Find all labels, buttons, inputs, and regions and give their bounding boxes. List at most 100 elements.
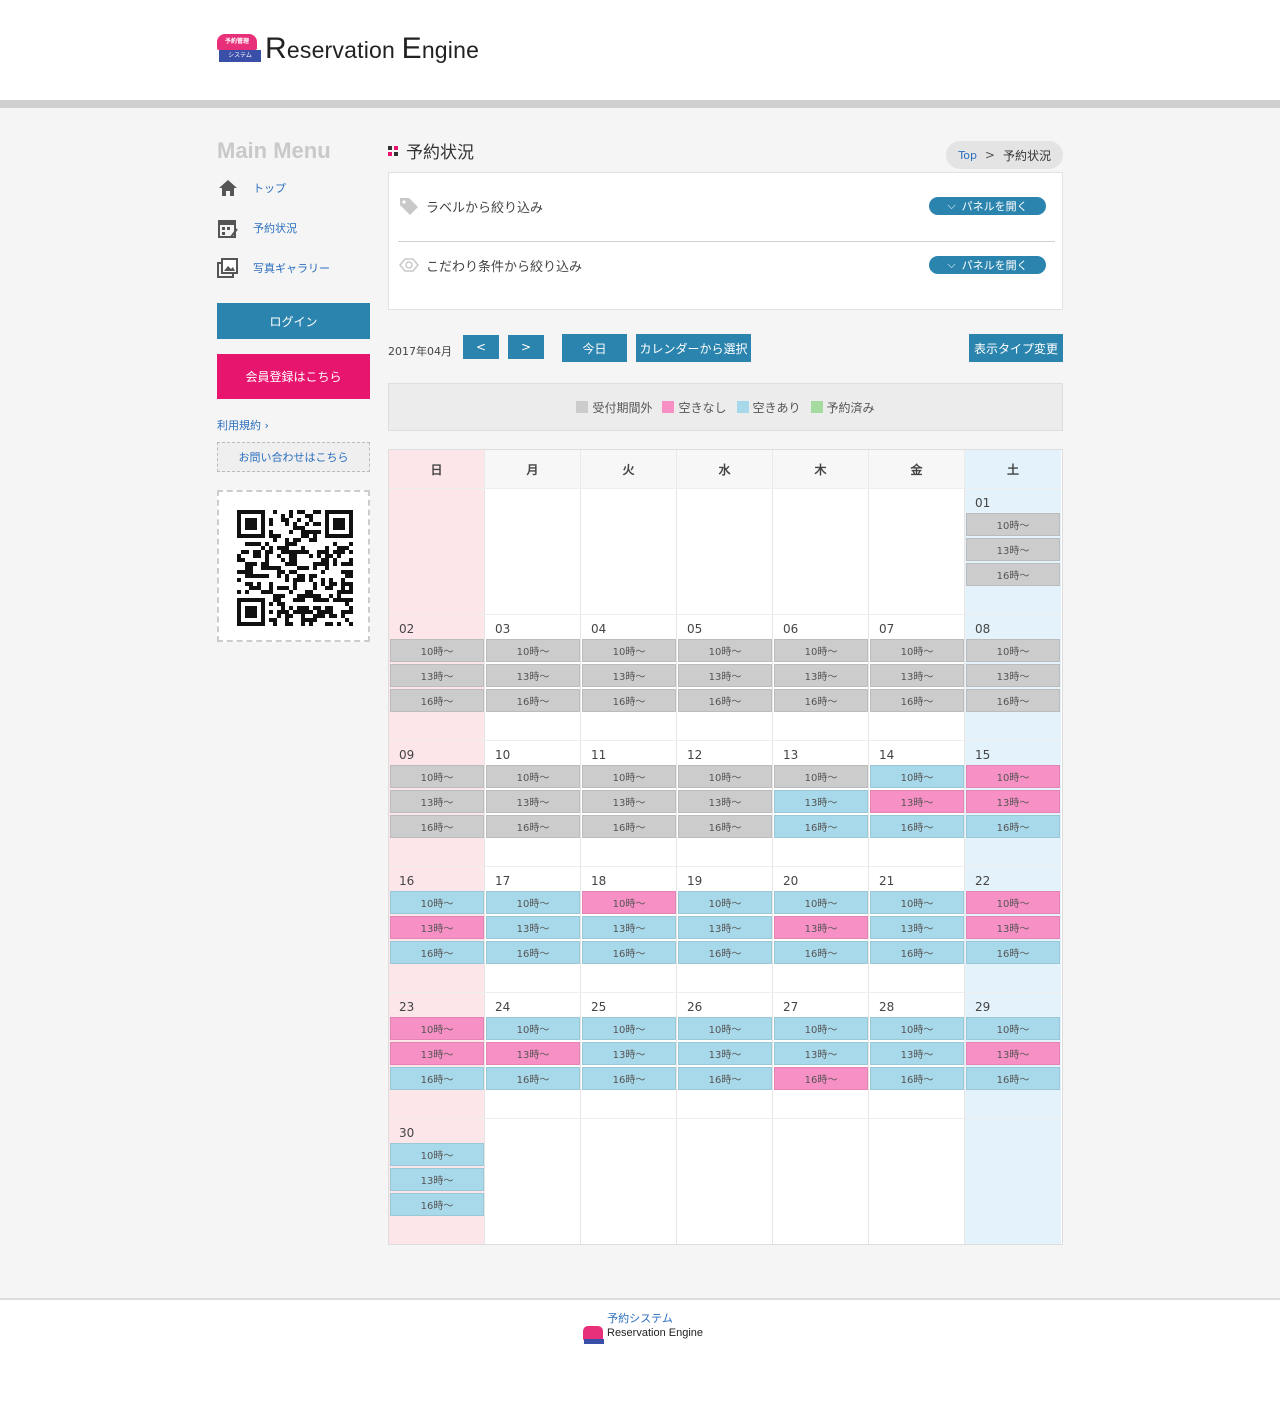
time-slot-open[interactable]: 16時～ (966, 815, 1060, 838)
terms-link[interactable]: 利用規約 › (217, 417, 370, 435)
qr-module (289, 562, 293, 566)
time-slot-open[interactable]: 16時～ (582, 1067, 676, 1090)
qr-module (333, 518, 345, 530)
footer-logo[interactable]: Reservation Engine (583, 1326, 703, 1344)
open-label-panel-button[interactable]: ⌵ パネルを開く (929, 197, 1046, 215)
weekday-mon: 月 (485, 450, 581, 488)
time-slot-open[interactable]: 16時～ (966, 941, 1060, 964)
prev-month-button[interactable]: < (463, 335, 499, 359)
calendar-day-cell: 03 10時～ 13時～ 16時～ (485, 614, 581, 740)
qr-module (333, 558, 337, 562)
breadcrumb-top-link[interactable]: Top (958, 149, 977, 162)
time-slot-open[interactable]: 16時～ (678, 1067, 772, 1090)
qr-module (329, 554, 333, 558)
time-slot-full: 10時～ (582, 891, 676, 914)
time-slot-open[interactable]: 13時～ (870, 1042, 964, 1065)
time-slot-open[interactable]: 16時～ (774, 941, 868, 964)
calendar-day-cell (485, 488, 581, 614)
sidebar-item-reservation[interactable]: 予約状況 (217, 208, 370, 248)
sidebar-item-gallery[interactable]: 写真ギャラリー (217, 248, 370, 288)
time-slot-open[interactable]: 16時～ (870, 815, 964, 838)
time-slot-open[interactable]: 10時～ (870, 1017, 964, 1040)
qr-module (313, 582, 317, 586)
qr-module (293, 570, 297, 574)
current-month: 2017年04月 (388, 345, 452, 358)
register-button[interactable]: 会員登録はこちら (217, 354, 370, 399)
time-slot-open[interactable]: 13時～ (678, 1042, 772, 1065)
day-number: 26 (687, 1000, 703, 1014)
today-button[interactable]: 今日 (562, 334, 627, 362)
time-slot-open[interactable]: 10時～ (390, 891, 484, 914)
time-slot-open[interactable]: 13時～ (774, 1042, 868, 1065)
time-slot-open[interactable]: 10時～ (870, 891, 964, 914)
qr-module (297, 550, 301, 554)
time-slot-open[interactable]: 13時～ (486, 916, 580, 939)
qr-module (257, 574, 261, 578)
login-button[interactable]: ログイン (217, 303, 370, 339)
time-slot-full: 10時～ (966, 891, 1060, 914)
calendar-day-cell: 21 10時～ 13時～ 16時～ (869, 866, 965, 992)
sidebar: Main Menu トップ 予約状況 写真ギャラリー ログイン 会員登録はこちら… (217, 138, 370, 642)
site-logo[interactable]: 予約管理 システム Reservation Engine (217, 32, 479, 66)
qr-module (301, 606, 305, 610)
time-slot-open[interactable]: 10時～ (486, 1017, 580, 1040)
qr-module (297, 578, 301, 582)
time-slot-open[interactable]: 10時～ (774, 1017, 868, 1040)
time-slot-open[interactable]: 13時～ (390, 1168, 484, 1191)
logo-rest2: ngine (421, 37, 480, 63)
time-slot-open[interactable]: 10時～ (486, 891, 580, 914)
time-slot-open[interactable]: 10時～ (678, 1017, 772, 1040)
page-title: 予約状況 (388, 138, 474, 163)
qr-module (289, 510, 293, 514)
time-slot-open[interactable]: 10時～ (390, 1143, 484, 1166)
time-slot-open[interactable]: 13時～ (582, 916, 676, 939)
display-type-button[interactable]: 表示タイプ変更 (969, 334, 1063, 362)
next-month-button[interactable]: > (508, 335, 544, 359)
qr-module (265, 542, 269, 546)
calendar-week-row: 09 10時～ 13時～ 16時～ 10 10時～ 13時～ 16時～ 11 10時～ 13時～ 16… (389, 740, 1062, 866)
time-slot-open[interactable]: 16時～ (870, 1067, 964, 1090)
time-slot-out: 16時～ (870, 689, 964, 712)
day-number: 22 (975, 874, 991, 888)
footer-title[interactable]: 予約システム (0, 1310, 1280, 1326)
qr-module (281, 518, 285, 522)
qr-module (281, 586, 285, 590)
qr-module (309, 618, 313, 622)
qr-module (293, 542, 297, 546)
page-title-text: 予約状況 (406, 143, 474, 163)
time-slot-out: 16時～ (966, 689, 1060, 712)
time-slot-open[interactable]: 10時～ (582, 1017, 676, 1040)
time-slot-open[interactable]: 10時～ (774, 891, 868, 914)
weekday-sat: 土 (965, 450, 1061, 488)
time-slot-open[interactable]: 10時～ (966, 1017, 1060, 1040)
time-slot-open[interactable]: 10時～ (870, 765, 964, 788)
qr-module (257, 554, 261, 558)
qr-module (245, 550, 249, 554)
time-slot-open[interactable]: 16時～ (582, 941, 676, 964)
time-slot-open[interactable]: 16時～ (870, 941, 964, 964)
contact-link[interactable]: お問い合わせはこちら (217, 442, 370, 472)
time-slot-open[interactable]: 13時～ (870, 916, 964, 939)
time-slot-open[interactable]: 13時～ (774, 790, 868, 813)
sidebar-item-top[interactable]: トップ (217, 168, 370, 208)
time-slot-open[interactable]: 10時～ (678, 891, 772, 914)
time-slot-open[interactable]: 16時～ (486, 941, 580, 964)
time-slot-open[interactable]: 16時～ (486, 1067, 580, 1090)
qr-module (337, 598, 341, 602)
qr-module (301, 510, 305, 514)
time-slot-open[interactable]: 16時～ (966, 1067, 1060, 1090)
chevron-right-icon: › (261, 419, 269, 432)
time-slot-open[interactable]: 13時～ (678, 916, 772, 939)
time-slot-open[interactable]: 13時～ (582, 1042, 676, 1065)
time-slot-open[interactable]: 16時～ (774, 815, 868, 838)
time-slot-open[interactable]: 16時～ (678, 941, 772, 964)
qr-module (313, 534, 317, 538)
time-slot-open[interactable]: 16時～ (390, 1193, 484, 1216)
time-slot-full: 13時～ (870, 790, 964, 813)
qr-module (245, 542, 249, 546)
calendar-select-button[interactable]: カレンダーから選択 (636, 334, 751, 362)
open-condition-panel-button[interactable]: ⌵ パネルを開く (929, 256, 1046, 274)
time-slot-open[interactable]: 16時～ (390, 941, 484, 964)
time-slot-open[interactable]: 16時～ (390, 1067, 484, 1090)
qr-module (329, 614, 333, 618)
